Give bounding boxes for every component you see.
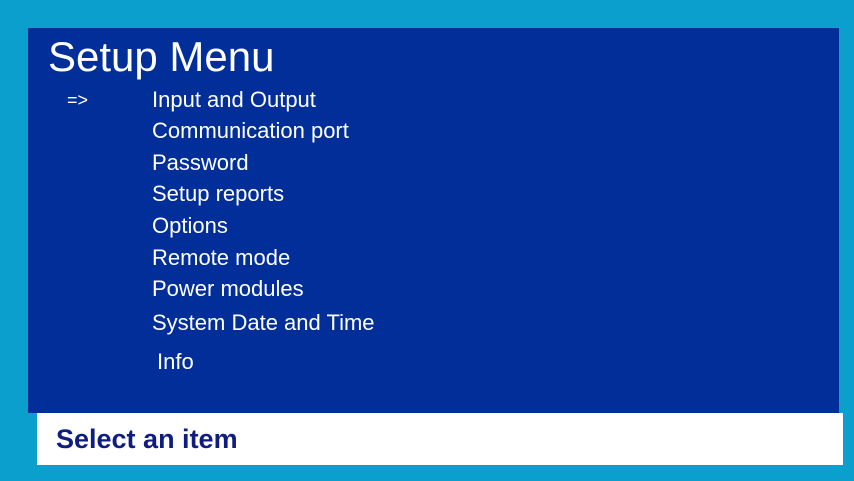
menu-item-setup-reports[interactable]: Setup reports — [152, 183, 284, 205]
menu-item-options[interactable]: Options — [152, 215, 228, 237]
menu-item-remote-mode[interactable]: Remote mode — [152, 247, 290, 269]
menu-item-communication-port[interactable]: Communication port — [152, 120, 349, 142]
page-title: Setup Menu — [48, 33, 275, 80]
menu-item-system-date-and-time[interactable]: System Date and Time — [152, 312, 375, 334]
menu-item-power-modules[interactable]: Power modules — [152, 278, 304, 300]
setup-screen: Setup Menu => Input and Output Communica… — [28, 28, 839, 413]
status-message: Select an item — [56, 424, 238, 454]
selection-cursor: => — [67, 90, 89, 110]
menu-item-info[interactable]: Info — [157, 351, 194, 373]
menu-item-input-and-output[interactable]: Input and Output — [152, 89, 316, 111]
status-bar: Select an item — [37, 413, 843, 465]
menu-item-password[interactable]: Password — [152, 152, 249, 174]
